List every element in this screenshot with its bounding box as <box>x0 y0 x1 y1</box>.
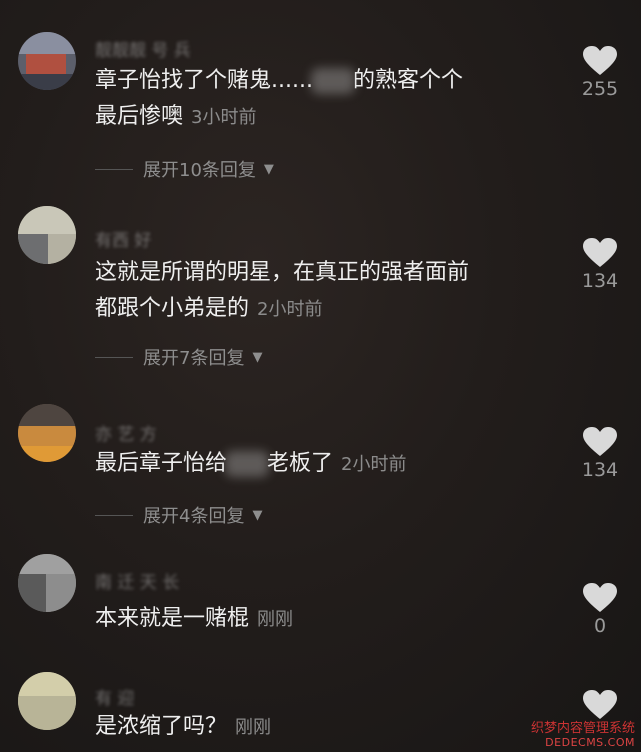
comment-text: 本来就是一赌棍 刚刚 <box>95 602 293 637</box>
comment-text-part: 的熟客个个 <box>352 68 463 93</box>
comment-text: 最后章子怡给 老板了 2小时前 <box>95 447 406 482</box>
heart-icon <box>583 427 617 456</box>
caret-down-icon: ▼ <box>263 161 274 177</box>
heart-icon <box>583 690 617 719</box>
avatar[interactable] <box>18 206 76 264</box>
comment-text-part: 最后章子怡给 <box>95 451 228 476</box>
comment-text-part: 最后惨噢 <box>95 104 184 129</box>
comment-text-part: 是浓缩了吗？ <box>95 714 228 739</box>
heart-icon <box>583 583 617 612</box>
avatar[interactable] <box>18 32 76 90</box>
comment-time: 2小时前 <box>341 454 407 475</box>
comment-text-part: 章子怡找了个赌鬼...... <box>95 68 313 93</box>
like-count: 255 <box>581 78 619 100</box>
watermark-line1: 织梦内容管理系统 <box>530 721 635 736</box>
username[interactable]: 亦 艺 方 <box>95 420 157 445</box>
divider <box>95 356 133 358</box>
username[interactable]: 有 迎 <box>95 684 134 709</box>
like-count: 0 <box>593 615 607 637</box>
comment-text-part: 都跟个小弟是的 <box>95 296 250 321</box>
comment-text: 章子怡找了个赌鬼...... 的熟客个个 <box>95 64 463 98</box>
expand-replies-button[interactable]: 展开10条回复 ▼ <box>95 155 274 183</box>
like-button[interactable]: 134 <box>572 427 628 481</box>
comment-text-part: 这就是所谓的明星，在真正的强者面前 <box>95 260 470 285</box>
comment-time: 刚刚 <box>235 717 272 738</box>
expand-replies-button[interactable]: 展开7条回复 ▼ <box>95 343 262 371</box>
like-count: 134 <box>581 270 619 292</box>
expand-replies-label: 展开7条回复 <box>143 348 245 369</box>
redaction-blur <box>310 68 355 94</box>
expand-replies-label: 展开10条回复 <box>143 160 256 181</box>
comment-text-line2: 都跟个小弟是的 2小时前 <box>95 292 322 327</box>
comment-text: 是浓缩了吗？ 刚刚 <box>95 710 271 745</box>
divider <box>95 514 133 516</box>
comment-time: 2小时前 <box>257 299 323 320</box>
avatar[interactable] <box>18 672 76 730</box>
comment-text-part: 老板了 <box>267 451 334 476</box>
watermark: 织梦内容管理系统 DEDECMS.COM <box>531 722 635 750</box>
comment-text-line2: 最后惨噢 3小时前 <box>95 100 256 135</box>
avatar[interactable] <box>18 554 76 612</box>
expand-replies-label: 展开4条回复 <box>143 506 245 527</box>
username[interactable]: 靓靓靓 号 兵 <box>95 36 191 61</box>
like-button[interactable]: 255 <box>572 46 628 100</box>
avatar[interactable] <box>18 404 76 462</box>
caret-down-icon: ▼ <box>252 349 263 365</box>
username[interactable]: 南 迁 天 长 <box>95 568 179 593</box>
like-button[interactable] <box>572 690 628 722</box>
heart-icon <box>583 238 617 267</box>
watermark-line2: DEDECMS.COM <box>545 736 635 749</box>
redaction-blur <box>225 451 270 477</box>
comment-text: 这就是所谓的明星，在真正的强者面前 <box>95 256 469 290</box>
like-button[interactable]: 134 <box>572 238 628 292</box>
caret-down-icon: ▼ <box>252 507 263 523</box>
comment-text-part: 本来就是一赌棍 <box>95 606 250 631</box>
like-button[interactable]: 0 <box>572 583 628 637</box>
divider <box>95 168 133 170</box>
heart-icon <box>583 46 617 75</box>
expand-replies-button[interactable]: 展开4条回复 ▼ <box>95 501 262 529</box>
comment-time: 3小时前 <box>191 107 257 128</box>
like-count: 134 <box>581 459 619 481</box>
username[interactable]: 有西 好 <box>95 226 151 251</box>
comment-time: 刚刚 <box>257 609 294 630</box>
